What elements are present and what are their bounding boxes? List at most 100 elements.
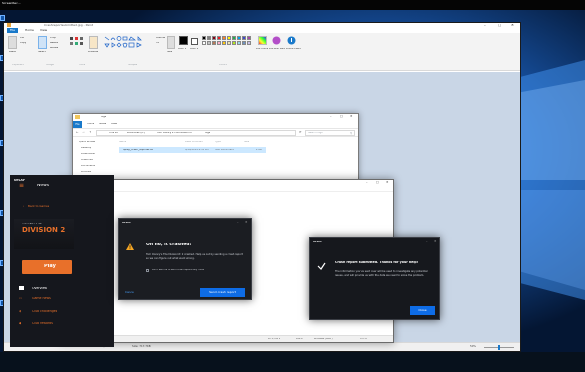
nav-item-pictures[interactable]: Pictures [81,171,91,174]
crop-button[interactable]: Crop [50,37,56,40]
palette-swatch[interactable] [212,41,216,45]
palette-swatch[interactable] [247,41,251,45]
shapes-gallery[interactable] [104,36,154,51]
column-header-date[interactable]: Date modified [185,141,203,144]
breadcrumb-item[interactable]: logs [205,132,210,135]
paint3d-icon[interactable] [272,36,281,45]
palette-swatch[interactable] [232,36,236,40]
palette-swatch[interactable] [222,36,226,40]
dont-ask-checkbox[interactable] [146,269,149,272]
cancel-button[interactable]: Cancel [125,291,134,294]
resize-button[interactable]: Resize [50,42,58,45]
column-header-size[interactable]: Size [244,141,249,144]
table-row[interactable]: uplay_crash_reporter.txt 4/18/2019 6:55 … [119,147,266,153]
submitted-dialog-brand: UPLAY [313,241,322,243]
brushes-button[interactable] [89,36,98,49]
palette-swatch[interactable] [217,36,221,40]
breadcrumb-item[interactable]: Local Disk (C:) [127,132,145,135]
search-input[interactable]: Search logs ⚲ [305,130,355,136]
palette-swatch[interactable] [237,41,241,45]
play-button[interactable]: Play [22,260,72,274]
close-button[interactable]: ✕ [434,240,437,243]
edit-colors-button[interactable] [258,36,267,45]
rotate-button[interactable]: Rotate [50,47,58,50]
close-button[interactable]: ✕ [350,115,353,118]
zoom-slider[interactable] [484,345,514,350]
palette-swatch[interactable] [242,41,246,45]
breadcrumb-item[interactable]: Tom Clancy's The Division 2 [157,132,192,135]
palette-swatch[interactable] [222,41,226,45]
palette-swatch[interactable] [237,36,241,40]
palette-swatch[interactable] [202,41,206,45]
nav-item-quick-access[interactable]: Quick access [79,141,95,144]
back-arrow-icon[interactable]: ← [76,131,79,134]
outline-dropdown[interactable]: Outline [156,37,165,40]
product-alert-icon[interactable] [287,36,296,45]
tab-share[interactable]: Share [99,123,106,126]
menu-club-challenges[interactable]: Club challenges [32,310,57,313]
breadcrumb[interactable]: This PC Local Disk (C:) Tom Clancy's The… [96,130,296,136]
color-palette[interactable] [202,36,264,47]
paste-button[interactable] [8,36,17,49]
close-button[interactable]: ✕ [245,221,248,224]
group-tools: Tools [79,64,86,66]
warning-icon [126,243,134,250]
nav-item-downloads[interactable]: Downloads [81,153,95,156]
line-ending: Windows (CRLF) [314,338,333,340]
menu-club-rewards[interactable]: Club rewards [32,322,53,325]
tab-file[interactable]: File [73,121,82,128]
refresh-icon[interactable]: ⟳ [299,131,302,134]
copy-button[interactable]: Copy [20,42,26,45]
palette-swatch[interactable] [242,36,246,40]
palette-swatch[interactable] [227,36,231,40]
palette-swatch[interactable] [232,41,236,45]
minimize-button[interactable]: – [484,24,486,28]
tab-home[interactable]: Home [87,123,94,126]
back-to-games-link[interactable]: ‹ [23,205,24,208]
tab-view[interactable]: View [40,29,47,32]
forward-arrow-icon[interactable]: → [82,131,85,134]
up-arrow-icon[interactable]: ↑ [89,131,92,134]
column-header-name[interactable]: Name [119,141,126,144]
palette-swatch[interactable] [247,36,251,40]
palette-swatch[interactable] [217,41,221,45]
menu-game-news[interactable]: Game news [32,297,51,300]
hamburger-menu-icon[interactable]: ≡ [19,183,24,189]
cut-button[interactable]: Cut [20,37,24,40]
maximize-button[interactable]: □ [376,181,379,184]
minimize-button[interactable]: – [237,221,239,224]
zoom-slider-thumb[interactable] [498,345,500,350]
zoom-level: 50% [470,345,476,348]
maximize-button[interactable]: □ [340,115,343,118]
column-header-type[interactable]: Type [215,141,221,144]
nav-item-desktop[interactable]: Desktop [81,147,91,150]
nav-item-onedrive[interactable]: OneDrive [81,159,93,162]
close-button[interactable]: ✕ [511,24,514,28]
tab-home[interactable]: Home [25,29,34,32]
menu-overview[interactable]: Overview [32,287,47,290]
palette-swatch[interactable] [207,41,211,45]
nav-item-documents[interactable]: Documents [81,165,95,168]
minimize-button[interactable]: – [330,115,332,118]
close-button[interactable]: ✕ [386,181,389,184]
send-crash-report-button[interactable]: Send crash report [200,288,245,297]
back-to-games-label[interactable]: Back to Games [28,205,49,208]
select-button[interactable] [38,36,47,49]
minimize-button[interactable]: – [426,240,428,243]
nav-news[interactable]: News [37,184,49,189]
breadcrumb-item[interactable]: This PC [109,132,118,135]
maximize-button[interactable]: □ [498,24,501,28]
color2-swatch[interactable] [191,38,198,45]
close-dialog-button[interactable]: Close [410,306,435,315]
fill-dropdown[interactable]: Fill [156,42,159,45]
minimize-button[interactable]: – [366,181,368,184]
color1-swatch[interactable] [179,36,188,45]
size-button[interactable] [167,36,175,49]
palette-swatch[interactable] [212,36,216,40]
palette-swatch[interactable] [207,36,211,40]
palette-swatch[interactable] [202,36,206,40]
tab-view[interactable]: View [111,123,117,126]
tools-icons[interactable] [70,37,86,47]
desktop-shortcut-icon[interactable] [0,15,5,21]
palette-swatch[interactable] [227,41,231,45]
